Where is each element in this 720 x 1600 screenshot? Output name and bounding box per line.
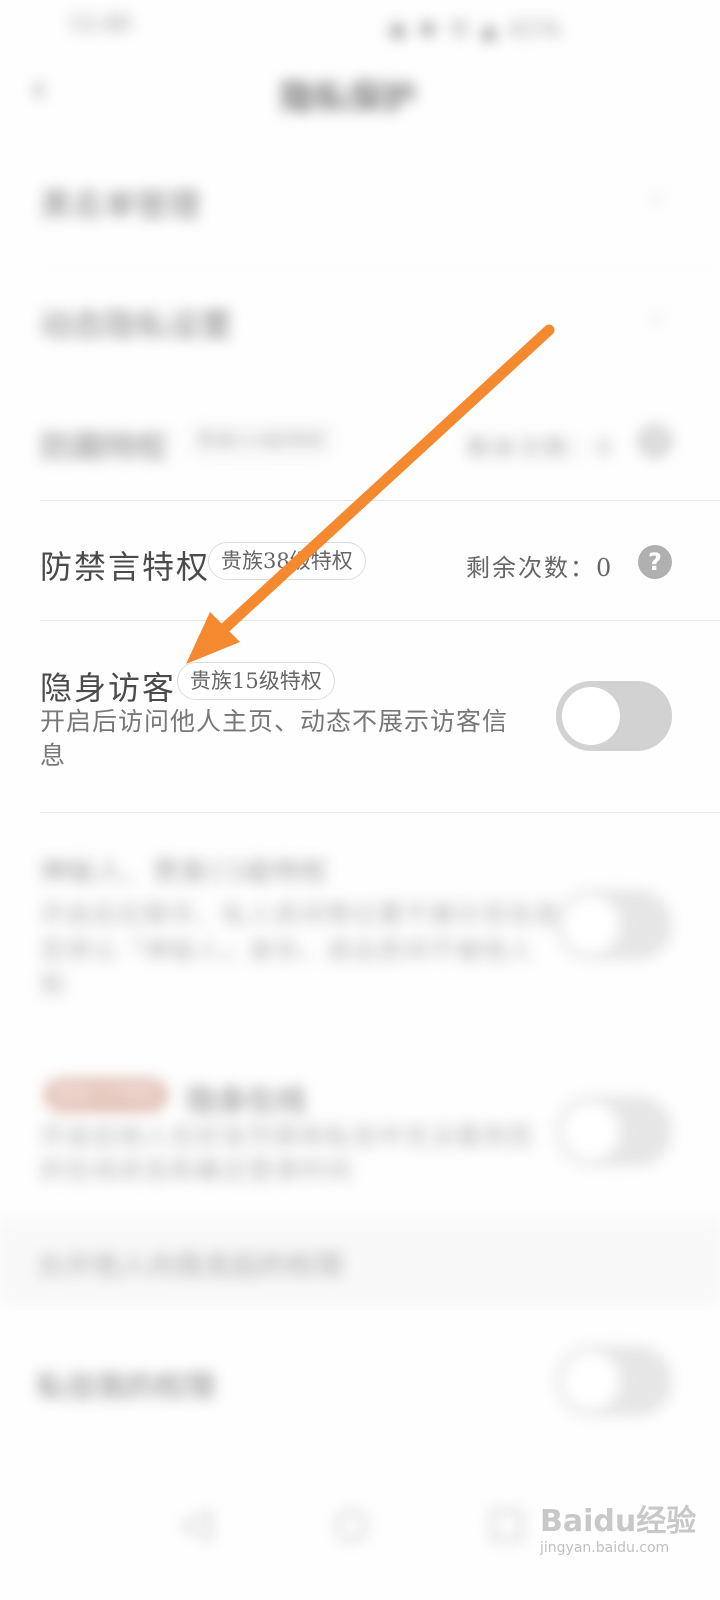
baidu-watermark: Baidu经验 jingyan.baidu.com — [540, 1496, 696, 1556]
watermark-url: jingyan.baidu.com — [540, 1540, 670, 1556]
annotation-arrow-icon — [186, 324, 555, 664]
watermark-logo: Baidu经验 — [540, 1504, 697, 1539]
